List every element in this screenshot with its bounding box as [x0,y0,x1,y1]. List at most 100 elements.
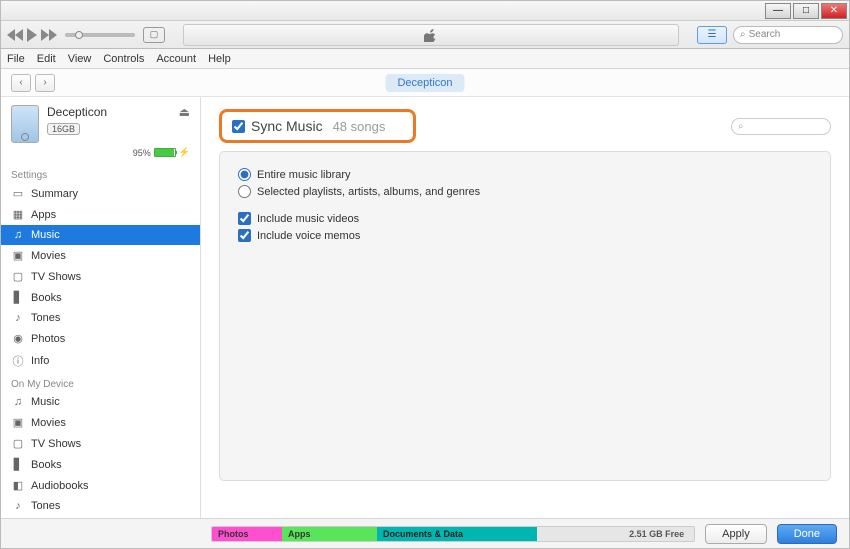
menu-edit[interactable]: Edit [37,53,56,65]
device-tab[interactable]: Decepticon [385,74,464,92]
device-header: Decepticon 16GB ⏏ [1,97,200,147]
menu-controls[interactable]: Controls [103,53,144,65]
sidebar-item-books[interactable]: ▋ Books [1,287,200,308]
apply-button[interactable]: Apply [705,524,767,544]
battery-row: 95% ⚡ [1,147,200,164]
eject-button[interactable]: ⏏ [179,105,190,119]
sidebar-item-label: Books [31,459,62,471]
volume-slider[interactable] [65,33,135,37]
sidebar-item-label: Movies [31,417,66,429]
sidebar-item-label: Music [31,396,60,408]
content-search-input[interactable]: ⌕ [731,118,831,135]
previous-button[interactable] [7,29,23,41]
song-count: 48 songs [333,119,386,134]
list-view-button[interactable]: ☰ [697,26,727,44]
capacity-segment-photos: Photos [212,527,282,541]
capacity-bar: Photos Apps Documents & Data 2.51 GB Fre… [211,526,695,542]
sidebar-item-photos[interactable]: ◉Photos [1,328,200,349]
sidebar-item-label: Apps [31,209,56,221]
sidebar-item-label: Summary [31,188,78,200]
battery-percent: 95% [133,148,151,158]
sidebar-item-music[interactable]: ♫Music [1,225,200,245]
sync-music-checkbox[interactable] [232,120,245,133]
apple-logo-icon [424,28,438,42]
play-button[interactable] [25,28,39,42]
menu-view[interactable]: View [68,53,92,65]
sidebar-item-summary[interactable]: ▭ Summary [1,183,200,204]
content-pane: Sync Music 48 songs ⌕ Entire music libra… [201,97,849,520]
capacity-segment-docs: Documents & Data [377,527,537,541]
sidebar-item-label: Tones [31,500,60,512]
checkbox-include-videos[interactable] [238,212,251,225]
checkbox-include-memos[interactable] [238,229,251,242]
window-minimize-button[interactable]: — [765,3,791,19]
radio-entire-library[interactable] [238,168,251,181]
option-label: Include voice memos [257,230,360,242]
menu-account[interactable]: Account [156,53,196,65]
capacity-segment-free: 2.51 GB Free [537,527,694,541]
ondevice-item-tvshows[interactable]: ▢ TV Shows [1,433,200,454]
option-include-videos[interactable]: Include music videos [238,210,812,227]
sidebar-item-info[interactable]: ⓘInfo [1,349,200,373]
navigation-header: ‹ › Decepticon [1,69,849,97]
sidebar: Decepticon 16GB ⏏ 95% ⚡ Settings ▭Summar… [1,97,201,520]
sidebar-item-label: Movies [31,250,66,262]
search-input[interactable]: ⌕ Search [733,26,843,44]
books-icon: ▋ [11,291,25,304]
charging-icon: ⚡ [179,147,190,158]
transport-controls [7,28,57,42]
now-playing-display [183,24,679,46]
back-button[interactable]: ‹ [11,74,31,92]
apps-icon: ▦ [11,208,25,221]
option-label: Entire music library [257,169,351,181]
ondevice-item-music[interactable]: ♫Music [1,392,200,412]
sidebar-item-tvshows[interactable]: ▢TV Shows [1,266,200,287]
sidebar-item-label: TV Shows [31,271,81,283]
menu-bar: File Edit View Controls Account Help [1,49,849,69]
option-include-memos[interactable]: Include voice memos [238,227,812,244]
sidebar-item-label: Info [31,355,49,367]
sidebar-item-label: Photos [31,333,65,345]
capacity-segment-apps: Apps [282,527,377,541]
ondevice-item-movies[interactable]: ▣Movies [1,412,200,433]
forward-button[interactable]: › [35,74,55,92]
next-button[interactable] [41,29,57,41]
sidebar-item-movies[interactable]: ▣ Movies [1,245,200,266]
device-capacity-badge: 16GB [47,123,80,135]
done-button[interactable]: Done [777,524,837,544]
ondevice-item-books[interactable]: ▋Books [1,454,200,475]
sidebar-item-apps[interactable]: ▦ Apps [1,204,200,225]
search-placeholder: Search [749,29,781,40]
battery-icon [154,148,176,157]
airplay-button[interactable]: ▢ [143,27,165,43]
option-label: Include music videos [257,213,359,225]
menu-help[interactable]: Help [208,53,231,65]
player-toolbar: ▢ ☰ ⌕ Search [1,21,849,49]
audiobooks-icon: ◧ [11,479,25,492]
sidebar-item-label: Books [31,292,62,304]
summary-icon: ▭ [11,187,25,200]
device-thumbnail-icon [11,105,39,143]
search-icon: ⌕ [740,29,746,40]
window-close-button[interactable]: ✕ [821,3,847,19]
movies-icon: ▣ [11,249,25,262]
sync-music-header: Sync Music 48 songs [219,109,416,143]
tones-icon: ♪ [11,500,25,512]
search-icon: ⌕ [738,121,744,132]
radio-selected-playlists[interactable] [238,185,251,198]
sidebar-item-label: TV Shows [31,438,81,450]
tones-icon: ♪ [11,312,25,324]
tv-icon: ▢ [11,437,25,450]
bottom-bar: Photos Apps Documents & Data 2.51 GB Fre… [1,518,849,548]
option-entire-library[interactable]: Entire music library [238,166,812,183]
sidebar-item-label: Audiobooks [31,480,89,492]
music-icon: ♫ [11,229,25,241]
menu-file[interactable]: File [7,53,25,65]
ondevice-item-tones[interactable]: ♪ Tones [1,496,200,516]
option-selected-playlists[interactable]: Selected playlists, artists, albums, and… [238,183,812,200]
sidebar-item-tones[interactable]: ♪Tones [1,308,200,328]
window-maximize-button[interactable]: □ [793,3,819,19]
sidebar-section-ondevice: On My Device [1,373,200,392]
ondevice-item-audiobooks[interactable]: ◧ Audiobooks [1,475,200,496]
option-label: Selected playlists, artists, albums, and… [257,186,480,198]
